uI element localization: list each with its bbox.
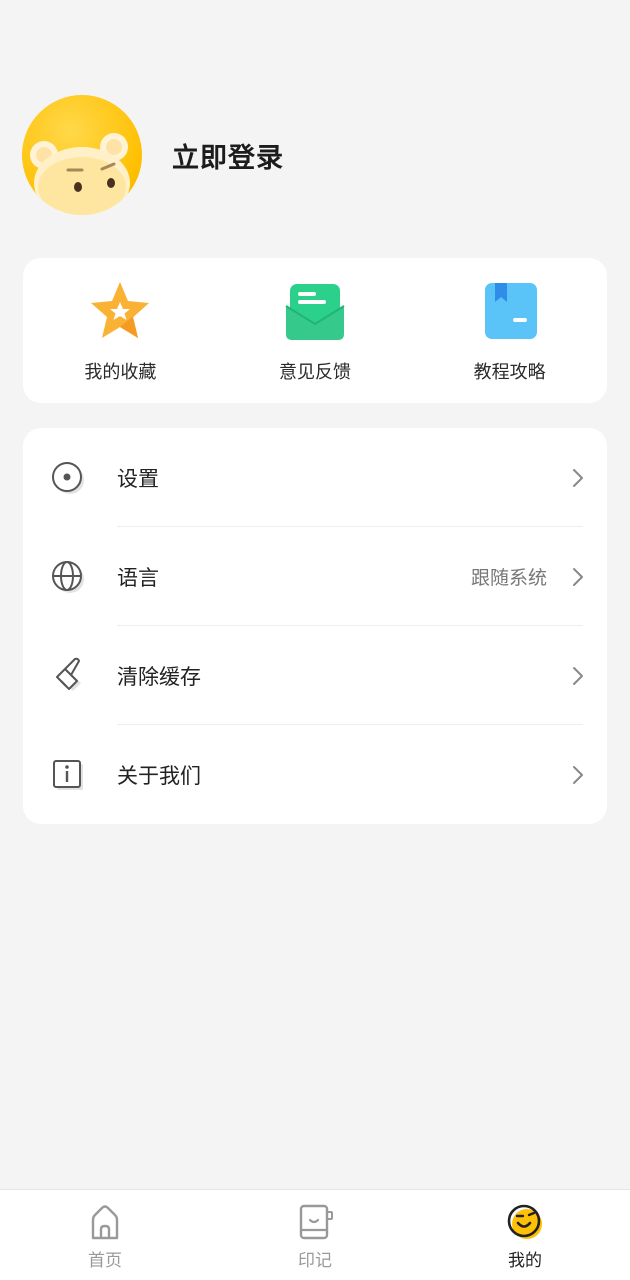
menu-label-language: 语言 bbox=[117, 565, 159, 590]
favorites-button[interactable]: 我的收藏 bbox=[50, 278, 190, 384]
tab-home[interactable]: 首页 bbox=[0, 1190, 210, 1280]
profile-header[interactable]: 立即登录 bbox=[22, 95, 284, 215]
menu-item-about[interactable]: 关于我们 bbox=[23, 725, 607, 824]
menu-label-settings: 设置 bbox=[117, 466, 159, 491]
login-link[interactable]: 立即登录 bbox=[172, 136, 284, 175]
bear-face-icon bbox=[30, 133, 130, 215]
tab-home-label: 首页 bbox=[88, 1251, 122, 1271]
tab-mine-label: 我的 bbox=[508, 1251, 542, 1271]
home-icon bbox=[91, 1205, 119, 1240]
menu-label-about: 关于我们 bbox=[117, 763, 201, 788]
tab-notebook-label: 印记 bbox=[298, 1251, 332, 1271]
settings-menu-card: 设置 语言 跟随系统 清除缓存 关于我们 bbox=[23, 428, 607, 824]
menu-label-clear-cache: 清除缓存 bbox=[117, 664, 201, 689]
settings-icon bbox=[52, 461, 84, 494]
profile-face-icon bbox=[507, 1204, 542, 1239]
menu-item-language[interactable]: 语言 跟随系统 bbox=[23, 527, 607, 626]
brush-icon bbox=[56, 657, 81, 691]
quick-actions-card: 我的收藏 意见反馈 教程攻略 bbox=[23, 258, 607, 403]
bottom-tab-bar: 首页 印记 我的 bbox=[0, 1189, 630, 1280]
notebook-icon bbox=[299, 1204, 333, 1240]
favorites-label: 我的收藏 bbox=[84, 361, 157, 383]
chevron-right-icon bbox=[573, 567, 583, 586]
feedback-label: 意见反馈 bbox=[278, 361, 351, 383]
chevron-right-icon bbox=[573, 666, 583, 685]
star-icon bbox=[91, 281, 150, 338]
chevron-right-icon bbox=[573, 765, 583, 784]
language-value: 跟随系统 bbox=[470, 567, 547, 589]
guide-book-icon bbox=[484, 282, 537, 339]
guide-label: 教程攻略 bbox=[473, 361, 546, 383]
globe-icon bbox=[52, 560, 84, 593]
guide-button[interactable]: 教程攻略 bbox=[440, 278, 580, 384]
tab-mine[interactable]: 我的 bbox=[420, 1190, 630, 1280]
feedback-button[interactable]: 意见反馈 bbox=[245, 278, 385, 384]
feedback-mail-icon bbox=[285, 283, 345, 340]
info-icon bbox=[53, 759, 83, 790]
menu-item-settings[interactable]: 设置 bbox=[23, 428, 607, 527]
avatar[interactable] bbox=[22, 95, 142, 215]
tab-notebook[interactable]: 印记 bbox=[210, 1190, 420, 1280]
chevron-right-icon bbox=[573, 468, 583, 487]
profile-page: 立即登录 我的收藏 意见反馈 教程攻略 设置 语言 跟随系统 清除缓存 关于我们… bbox=[0, 0, 630, 1280]
menu-item-clear-cache[interactable]: 清除缓存 bbox=[23, 626, 607, 725]
